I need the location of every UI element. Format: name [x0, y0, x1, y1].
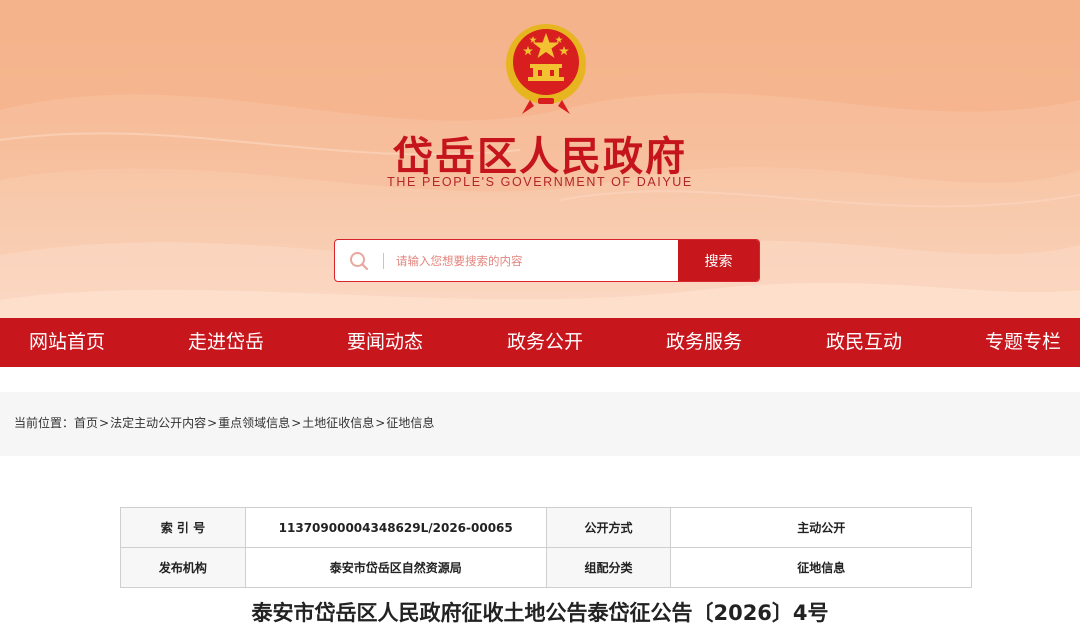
category-value: 征地信息	[670, 547, 972, 588]
search-input[interactable]	[396, 240, 678, 281]
site-subtitle: THE PEOPLE'S GOVERNMENT OF DAIYUE	[387, 175, 693, 189]
index-number-label: 索 引 号	[120, 507, 246, 548]
table-row: 索 引 号 11370900004348629L/2026-00065 公开方式…	[120, 507, 972, 548]
breadcrumb-link-home[interactable]: 首页	[74, 416, 98, 430]
publisher-label: 发布机构	[120, 547, 246, 588]
publisher-value: 泰安市岱岳区自然资源局	[244, 547, 547, 588]
site-title: 岱岳区人民政府	[393, 134, 687, 180]
nav-item-news[interactable]: 要闻动态	[347, 318, 423, 367]
disclosure-method-value: 主动公开	[670, 507, 972, 548]
breadcrumb-link-land-info[interactable]: 征地信息	[386, 416, 434, 430]
search-button[interactable]: 搜索	[678, 240, 759, 281]
breadcrumb-link-public-content[interactable]: 法定主动公开内容	[110, 416, 206, 430]
search-divider	[383, 252, 384, 269]
document-info-table: 索 引 号 11370900004348629L/2026-00065 公开方式…	[120, 507, 972, 588]
nav-item-about[interactable]: 走进岱岳	[188, 318, 264, 367]
breadcrumb-separator: >	[291, 416, 302, 430]
index-number-value: 11370900004348629L/2026-00065	[244, 507, 547, 548]
nav-item-home[interactable]: 网站首页	[29, 318, 105, 367]
nav-item-interaction[interactable]: 政民互动	[826, 318, 902, 367]
search-icon	[335, 240, 383, 281]
disclosure-method-label: 公开方式	[545, 507, 672, 548]
nav-item-topics[interactable]: 专题专栏	[985, 318, 1061, 367]
breadcrumb-link-land-expropriation[interactable]: 土地征收信息	[302, 416, 374, 430]
nav-item-open-affairs[interactable]: 政务公开	[507, 318, 583, 367]
table-row: 发布机构 泰安市岱岳区自然资源局 组配分类 征地信息	[120, 547, 972, 588]
header-banner: 岱岳区人民政府 THE PEOPLE'S GOVERNMENT OF DAIYU…	[0, 0, 1080, 318]
search-box: 搜索	[334, 239, 760, 282]
breadcrumb-prefix: 当前位置：	[14, 416, 75, 430]
nav-item-services[interactable]: 政务服务	[666, 318, 742, 367]
main-nav: 网站首页 走进岱岳 要闻动态 政务公开 政务服务 政民互动 专题专栏	[0, 318, 1080, 367]
breadcrumb-separator: >	[99, 416, 110, 430]
national-emblem-icon	[506, 24, 586, 114]
document-title: 泰安市岱岳区人民政府征收土地公告泰岱征公告〔2026〕4号	[251, 601, 829, 625]
breadcrumb-separator: >	[207, 416, 218, 430]
breadcrumb: 当前位置：首页>法定主动公开内容>重点领域信息>土地征收信息>征地信息	[14, 414, 434, 431]
breadcrumb-bar: 当前位置：首页>法定主动公开内容>重点领域信息>土地征收信息>征地信息	[0, 392, 1080, 456]
breadcrumb-link-key-areas[interactable]: 重点领域信息	[218, 416, 290, 430]
breadcrumb-separator: >	[375, 416, 386, 430]
category-label: 组配分类	[545, 547, 672, 588]
